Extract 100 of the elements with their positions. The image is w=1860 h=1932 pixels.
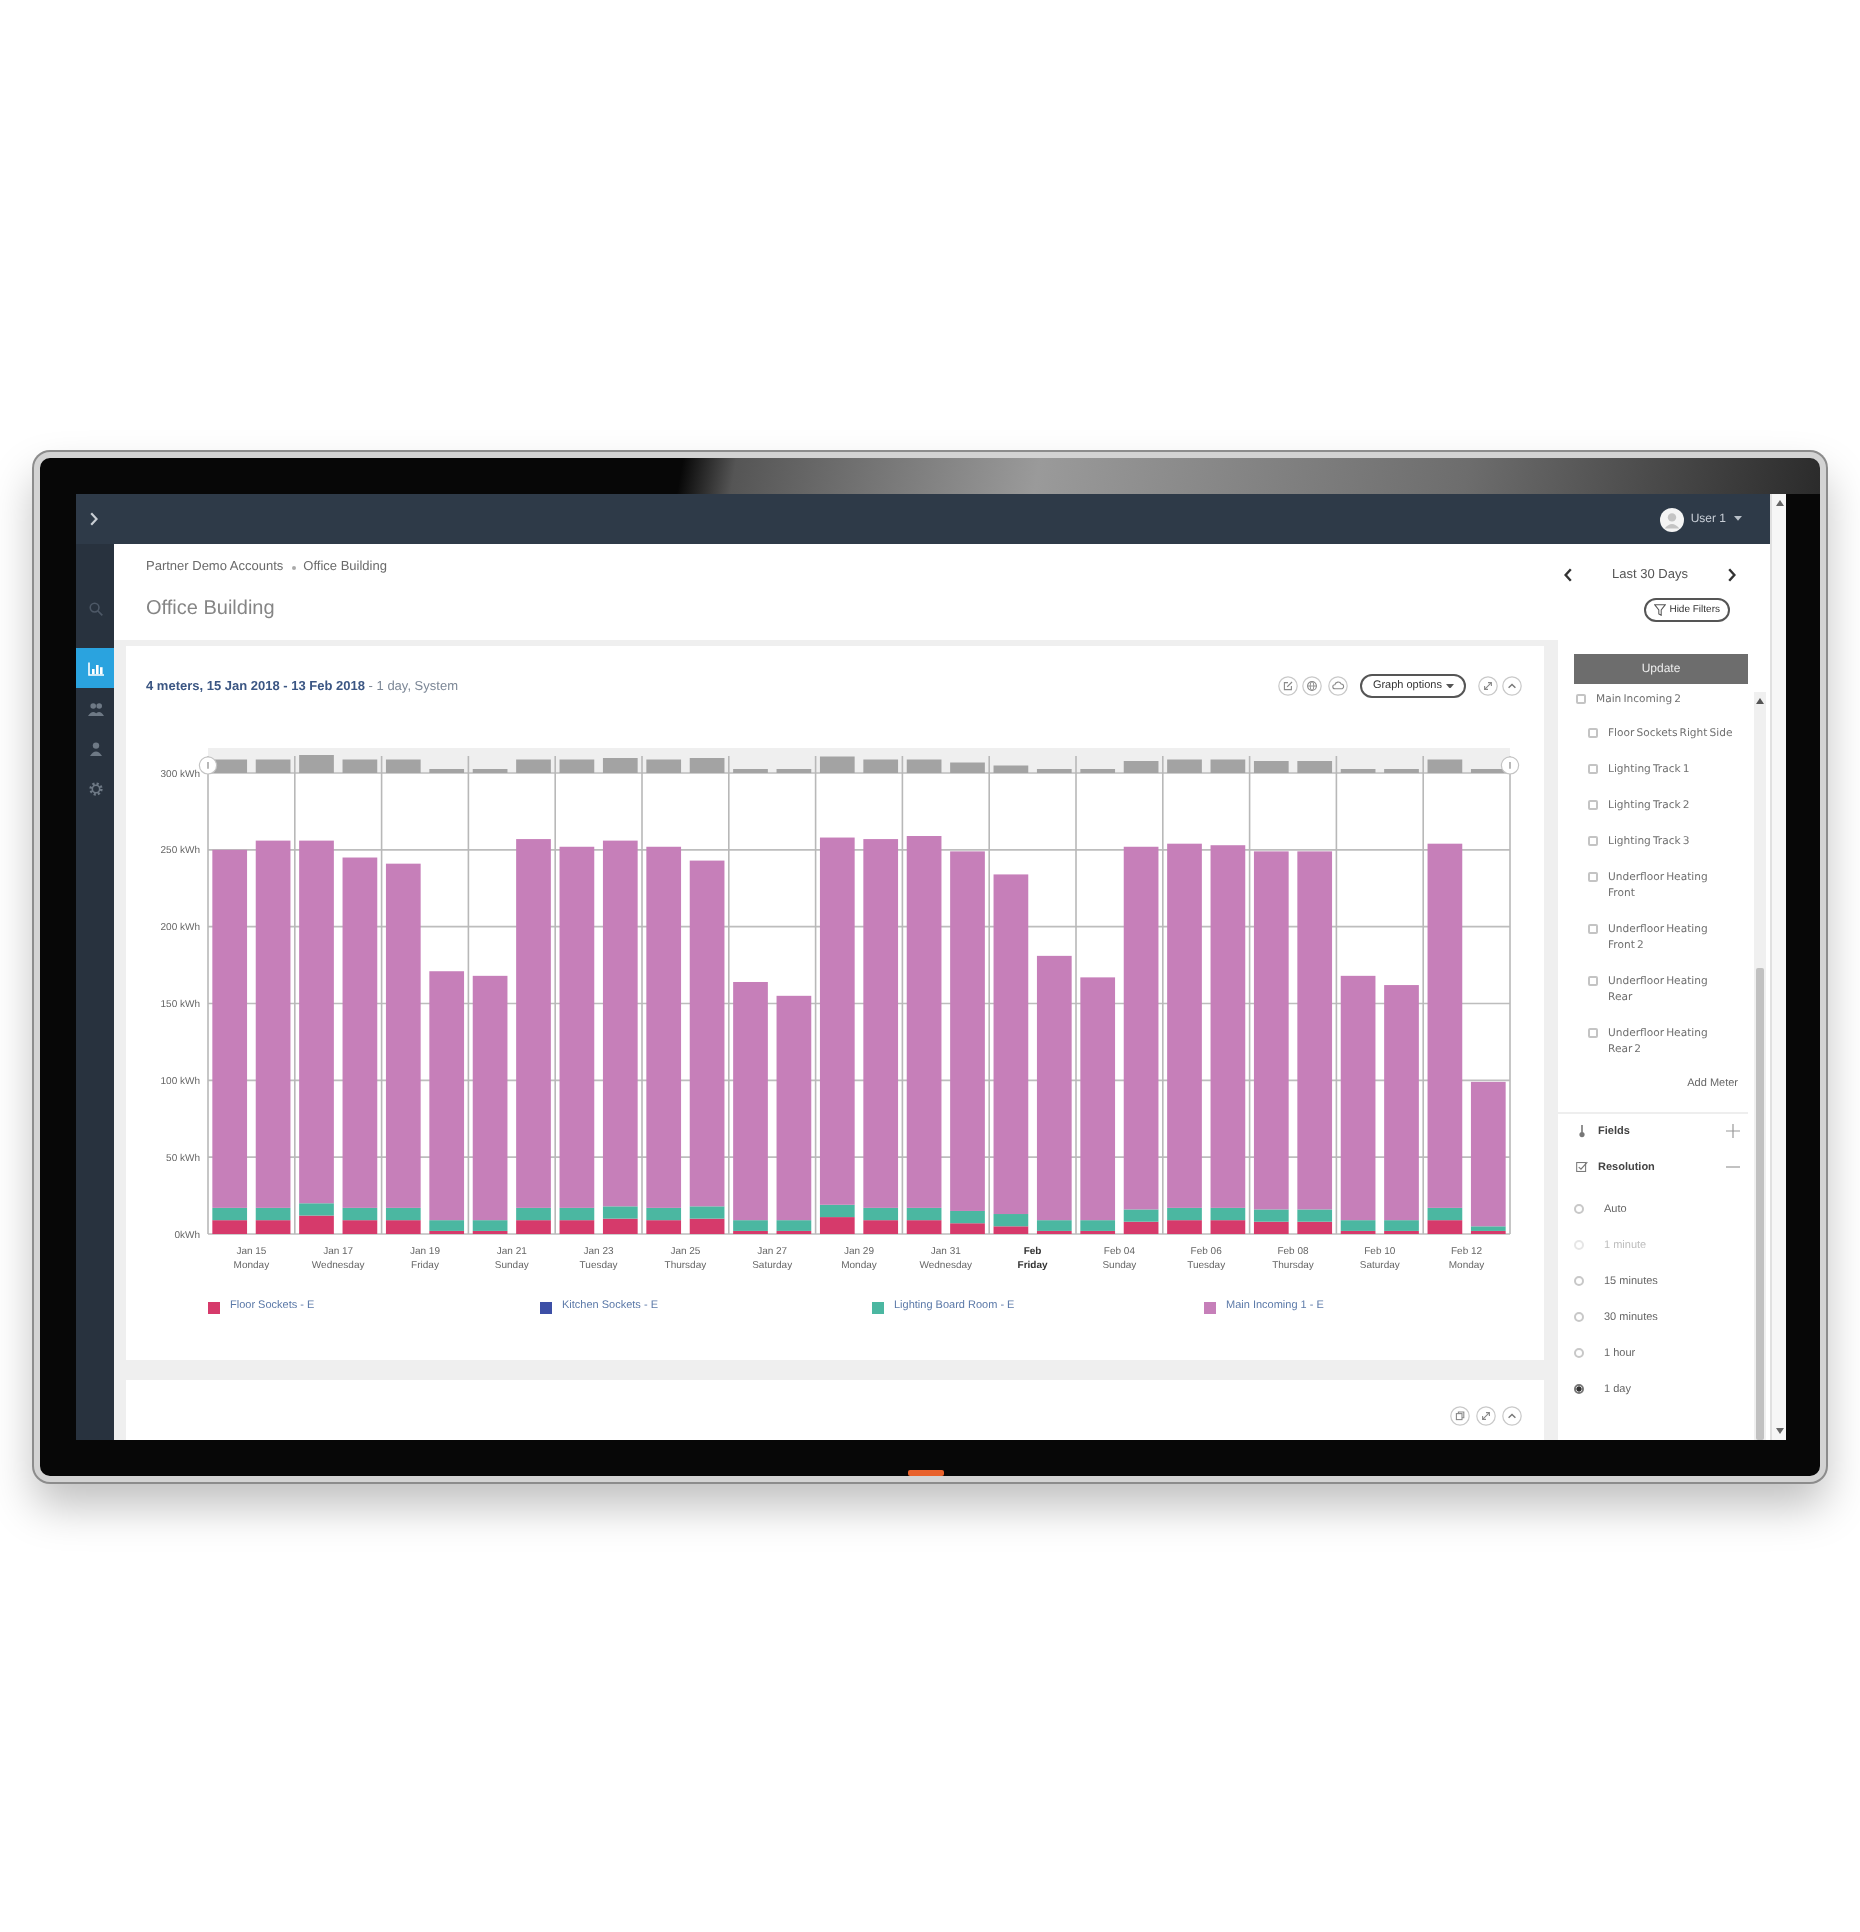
summary-bar: [1123, 761, 1159, 773]
bar[interactable]: [1036, 955, 1072, 1221]
chevron-up-icon[interactable]: [1502, 1406, 1522, 1426]
radio-button[interactable]: [1574, 1312, 1584, 1322]
checkbox[interactable]: [1588, 800, 1598, 810]
checkbox[interactable]: [1576, 694, 1586, 704]
radio-button[interactable]: [1574, 1348, 1584, 1358]
bar[interactable]: [559, 846, 595, 1208]
bar[interactable]: [385, 1220, 421, 1234]
bar[interactable]: [863, 839, 899, 1208]
search-icon: [87, 601, 103, 615]
bar[interactable]: [1123, 846, 1159, 1210]
bar[interactable]: [993, 874, 1029, 1214]
chevron-left-icon[interactable]: [1564, 567, 1572, 581]
expand-icon[interactable]: [1477, 676, 1497, 696]
copy-icon[interactable]: [1450, 1406, 1470, 1426]
chevron-right-icon[interactable]: [1728, 567, 1736, 581]
bar[interactable]: [342, 857, 378, 1208]
summary-bar: [950, 762, 985, 773]
bar[interactable]: [602, 1206, 638, 1219]
avatar-icon[interactable]: [1660, 507, 1685, 531]
bar[interactable]: [819, 1217, 855, 1234]
bar[interactable]: [342, 1220, 378, 1234]
bar[interactable]: [1340, 1220, 1376, 1231]
bar[interactable]: [1253, 1209, 1289, 1222]
checkbox[interactable]: [1588, 836, 1598, 846]
bar[interactable]: [689, 1206, 725, 1219]
bar[interactable]: [429, 971, 465, 1221]
bar[interactable]: [1340, 975, 1376, 1221]
bar[interactable]: [906, 836, 942, 1208]
power-light-icon: [908, 1470, 944, 1476]
checkbox[interactable]: [1588, 924, 1598, 934]
cloud-icon[interactable]: [1327, 676, 1348, 696]
summary-bar: [1297, 761, 1333, 773]
radio-button[interactable]: [1574, 1276, 1584, 1286]
bar[interactable]: [1470, 1226, 1506, 1231]
bar[interactable]: [1036, 1220, 1072, 1231]
nav-button[interactable]: [76, 648, 114, 688]
bar[interactable]: [993, 1226, 1029, 1234]
bar[interactable]: [255, 840, 291, 1208]
person-icon: [87, 741, 103, 755]
bar[interactable]: [1253, 851, 1289, 1210]
users-icon: [87, 701, 103, 715]
bar[interactable]: [1297, 851, 1333, 1210]
radio-button[interactable]: [1574, 1204, 1584, 1214]
scrollbar[interactable]: [1770, 494, 1786, 1440]
bar[interactable]: [646, 1220, 682, 1234]
filter-icon: [1653, 604, 1666, 616]
edit-icon[interactable]: [1277, 676, 1298, 696]
bar[interactable]: [776, 995, 812, 1221]
tick-box-icon: [1576, 1160, 1588, 1174]
expand-icon[interactable]: [1476, 1406, 1496, 1426]
arrow-up-icon[interactable]: [1775, 500, 1783, 506]
bar[interactable]: [1427, 843, 1463, 1208]
bar[interactable]: [863, 1220, 899, 1234]
bar[interactable]: [1080, 977, 1116, 1221]
summary-bar: [993, 765, 1029, 773]
bar[interactable]: [1470, 1081, 1506, 1227]
checkbox[interactable]: [1588, 728, 1598, 738]
range-handle[interactable]: [198, 756, 218, 775]
bar[interactable]: [1210, 845, 1246, 1208]
bar[interactable]: [429, 1220, 465, 1231]
bar[interactable]: [602, 840, 638, 1207]
bar[interactable]: [819, 837, 855, 1205]
bar[interactable]: [472, 1220, 508, 1231]
scrollbar[interactable]: [1754, 692, 1766, 1440]
checkbox[interactable]: [1588, 1028, 1598, 1038]
bar[interactable]: [776, 1220, 812, 1231]
checkbox[interactable]: [1588, 764, 1598, 774]
arrow-down-icon[interactable]: [1775, 1428, 1783, 1434]
bar[interactable]: [1080, 1220, 1116, 1231]
bar[interactable]: [646, 846, 682, 1208]
range-handle[interactable]: [1500, 756, 1520, 775]
bar[interactable]: [1210, 1220, 1246, 1234]
bar[interactable]: [1297, 1209, 1333, 1222]
bar[interactable]: [559, 1220, 595, 1234]
plus-icon[interactable]: [1726, 1124, 1740, 1138]
bar[interactable]: [1123, 1209, 1159, 1222]
bar[interactable]: [993, 1214, 1029, 1227]
bar[interactable]: [255, 1220, 291, 1234]
thermometer-icon: [1576, 1124, 1588, 1138]
bar[interactable]: [472, 975, 508, 1221]
scrollbar-thumb[interactable]: [1756, 968, 1764, 1440]
chevron-up-icon[interactable]: [1502, 676, 1522, 696]
bar[interactable]: [689, 860, 725, 1207]
checkbox[interactable]: [1588, 872, 1598, 882]
radio-button[interactable]: [1574, 1384, 1584, 1394]
bar[interactable]: [906, 1220, 942, 1234]
bar[interactable]: [1427, 1220, 1463, 1234]
page-title: Office Building: [146, 598, 275, 622]
summary-bar: [602, 758, 638, 773]
checkbox[interactable]: [1588, 976, 1598, 986]
arrow-up-icon[interactable]: [1756, 698, 1764, 704]
bar[interactable]: [212, 849, 248, 1208]
bar[interactable]: [212, 1220, 248, 1234]
globe-icon[interactable]: [1302, 676, 1323, 696]
minus-icon[interactable]: [1726, 1160, 1740, 1174]
gear-icon: [87, 781, 103, 795]
bar[interactable]: [385, 863, 421, 1208]
bar-chart-icon: [87, 661, 103, 675]
